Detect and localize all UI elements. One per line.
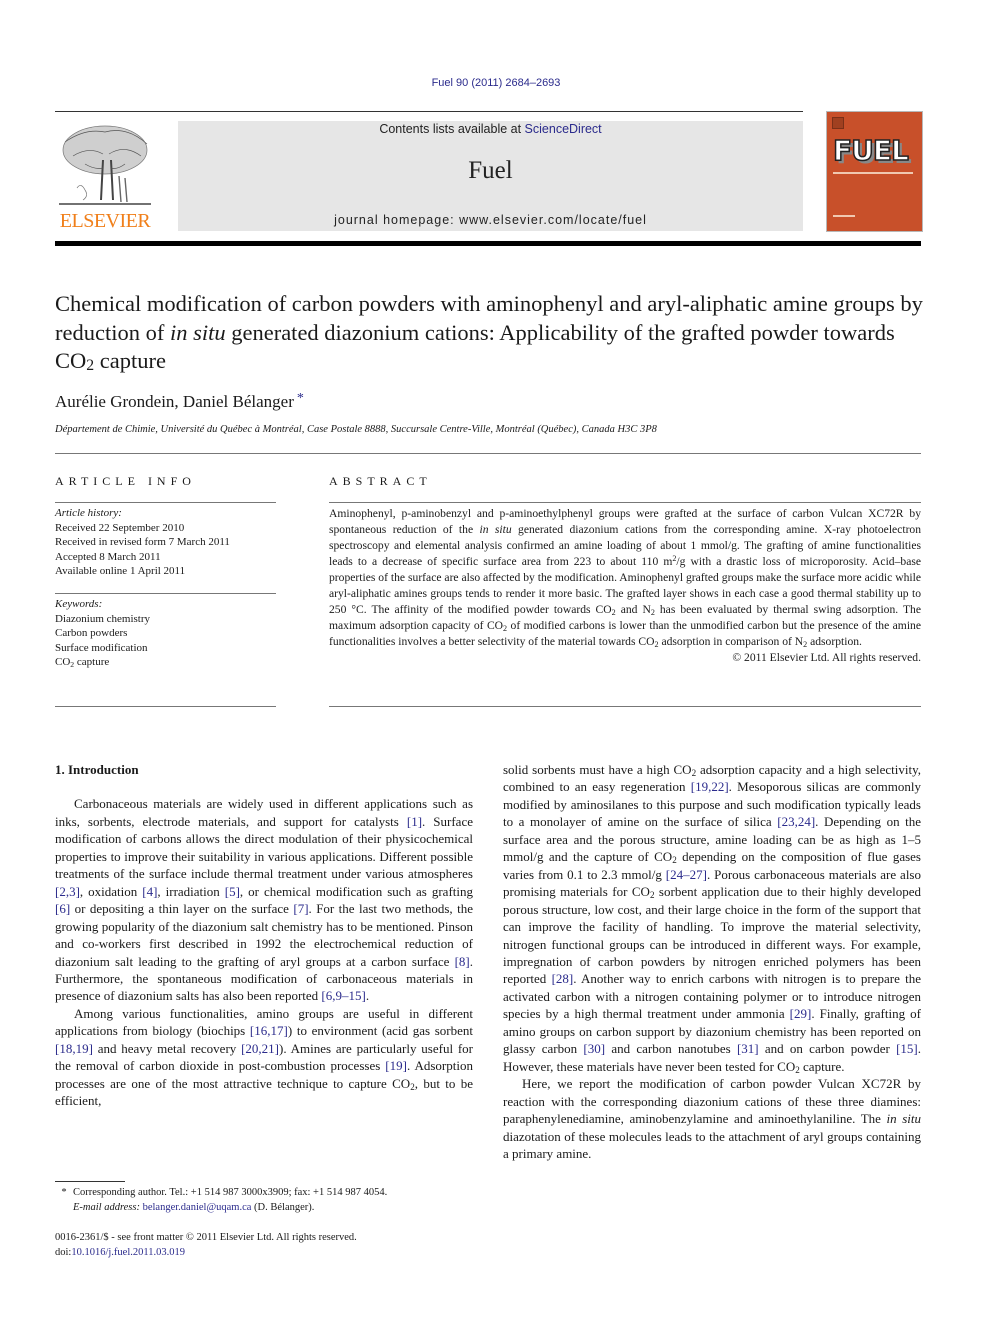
cover-publisher-icon — [832, 117, 844, 129]
section-heading: 1. Introduction — [55, 762, 139, 777]
doi-line: doi:10.1016/j.fuel.2011.03.019 — [55, 1247, 185, 1258]
citation-link[interactable]: [30] — [583, 1041, 605, 1056]
email-line: E-mail address: belanger.daniel@uqam.ca … — [73, 1202, 315, 1213]
citation-link[interactable]: [18,19] — [55, 1041, 93, 1056]
keyword-item: Surface modification — [55, 641, 148, 654]
journal-citation-link[interactable]: Fuel 90 (2011) 2684–2693 — [0, 77, 992, 89]
divider — [329, 502, 921, 503]
citation-link[interactable]: [2,3] — [55, 884, 80, 899]
affiliation-rule — [55, 453, 921, 454]
title-italic: in situ — [169, 319, 226, 345]
divider — [55, 593, 276, 594]
keyword-item: Diazonium chemistry — [55, 612, 151, 625]
subscript: 2 — [795, 1064, 800, 1075]
journal-cover-image: FUEL — [826, 111, 923, 232]
subscript: 2 — [672, 855, 677, 866]
paragraph: Carbonaceous materials are widely used i… — [55, 796, 473, 1004]
citation-link[interactable]: [6] — [55, 901, 70, 916]
citation-link[interactable]: [15] — [896, 1041, 918, 1056]
elsevier-wordmark: ELSEVIER — [59, 210, 151, 232]
citation-link[interactable]: [19] — [385, 1058, 407, 1073]
authors-text: Aurélie Grondein, Daniel Bélanger — [55, 392, 294, 411]
subscript: 2 — [691, 768, 697, 778]
citation-link[interactable]: [23,24] — [777, 814, 815, 829]
abstract-heading: ABSTRACT — [329, 474, 432, 488]
history-item: Accepted 8 March 2011 — [55, 550, 161, 563]
citation-link[interactable]: [1] — [407, 814, 422, 829]
affiliation: Département de Chimie, Université du Qué… — [55, 424, 657, 435]
subscript: 2 — [410, 1081, 415, 1092]
title-text: capture — [94, 348, 166, 373]
header-thick-rule — [55, 241, 921, 246]
footnote-rule — [55, 1181, 125, 1182]
article-title: Chemical modification of carbon powders … — [55, 290, 925, 376]
article-info-heading: ARTICLE INFO — [55, 474, 196, 488]
citation-link[interactable]: [5] — [225, 884, 240, 899]
contents-prefix: Contents lists available at — [379, 122, 525, 136]
history-item: Available online 1 April 2011 — [55, 565, 186, 577]
abstract-text: Aminophenyl, p-aminobenzyl and p-aminoet… — [329, 507, 922, 649]
abstract-body: Aminophenyl, p-aminobenzyl and p-aminoet… — [329, 506, 921, 666]
divider — [329, 706, 921, 707]
citation-link[interactable]: [20,21] — [241, 1041, 279, 1056]
title-subscript: 2 — [86, 357, 95, 374]
divider — [55, 706, 276, 707]
citation-link[interactable]: [24–27] — [666, 867, 707, 882]
history-item: Received 22 September 2010 — [55, 521, 185, 534]
footnote: * Corresponding author. Tel.: +1 514 987 … — [55, 1185, 485, 1215]
journal-name: Fuel — [468, 157, 513, 184]
citation-link[interactable]: [28] — [552, 971, 574, 986]
abstract-copyright: © 2011 Elsevier Ltd. All rights reserved… — [732, 651, 921, 664]
history-label: Article history: — [55, 507, 122, 519]
corresponding-author-note: * Corresponding author. Tel.: +1 514 987 … — [61, 1187, 388, 1198]
body-column-left: 1. Introduction Carbonaceous materials a… — [55, 761, 473, 1110]
paragraph: Here, we report the modification of carb… — [503, 1076, 921, 1161]
paragraph: Among various functionalities, amino gro… — [55, 1005, 474, 1109]
italic-text: in situ — [886, 1111, 921, 1127]
doi-link[interactable]: 10.1016/j.fuel.2011.03.019 — [71, 1247, 185, 1258]
header-rule — [55, 111, 803, 112]
history-item: Received in revised form 7 March 2011 — [55, 536, 230, 548]
keywords: Keywords: Diazonium chemistry Carbon pow… — [55, 597, 150, 670]
citation-link[interactable]: [31] — [737, 1041, 759, 1056]
citation-link[interactable]: [29] — [790, 1006, 812, 1021]
subscript: 2 — [649, 890, 655, 901]
keyword-item: Carbon powders — [55, 627, 128, 639]
article-history: Article history: Received 22 September 2… — [55, 506, 230, 579]
author-list: Aurélie Grondein, Daniel Bélanger * — [55, 391, 304, 412]
paragraph: solid sorbents must have a high CO2 adso… — [503, 762, 921, 1075]
contents-line: Contents lists available at ScienceDirec… — [178, 122, 803, 136]
email-link[interactable]: belanger.daniel@uqam.ca — [143, 1202, 252, 1213]
divider — [55, 502, 276, 503]
citation-link[interactable]: [19,22] — [691, 779, 729, 794]
citation-link[interactable]: [4] — [142, 884, 157, 899]
cover-footer-mark — [833, 215, 855, 217]
keyword-item: CO2 capture — [55, 656, 110, 669]
issn-line: 0016-2361/$ - see front matter © 2011 El… — [55, 1232, 357, 1243]
issn-block: 0016-2361/$ - see front matter © 2011 El… — [55, 1230, 485, 1260]
citation-link[interactable]: [16,17] — [250, 1023, 288, 1038]
citation-link[interactable]: [8] — [455, 954, 470, 969]
body-column-right: solid sorbents must have a high CO2 adso… — [503, 761, 921, 1162]
citation-link[interactable]: [7] — [293, 901, 308, 916]
journal-homepage-link[interactable]: journal homepage: www.elsevier.com/locat… — [178, 213, 803, 227]
cover-title: FUEL — [832, 133, 909, 168]
cover-tagline — [833, 172, 913, 174]
keywords-label: Keywords: — [55, 598, 103, 610]
corresponding-author-marker[interactable]: * — [297, 391, 304, 406]
citation-link[interactable]: [6,9–15] — [321, 988, 365, 1003]
sciencedirect-link[interactable]: ScienceDirect — [525, 122, 602, 136]
